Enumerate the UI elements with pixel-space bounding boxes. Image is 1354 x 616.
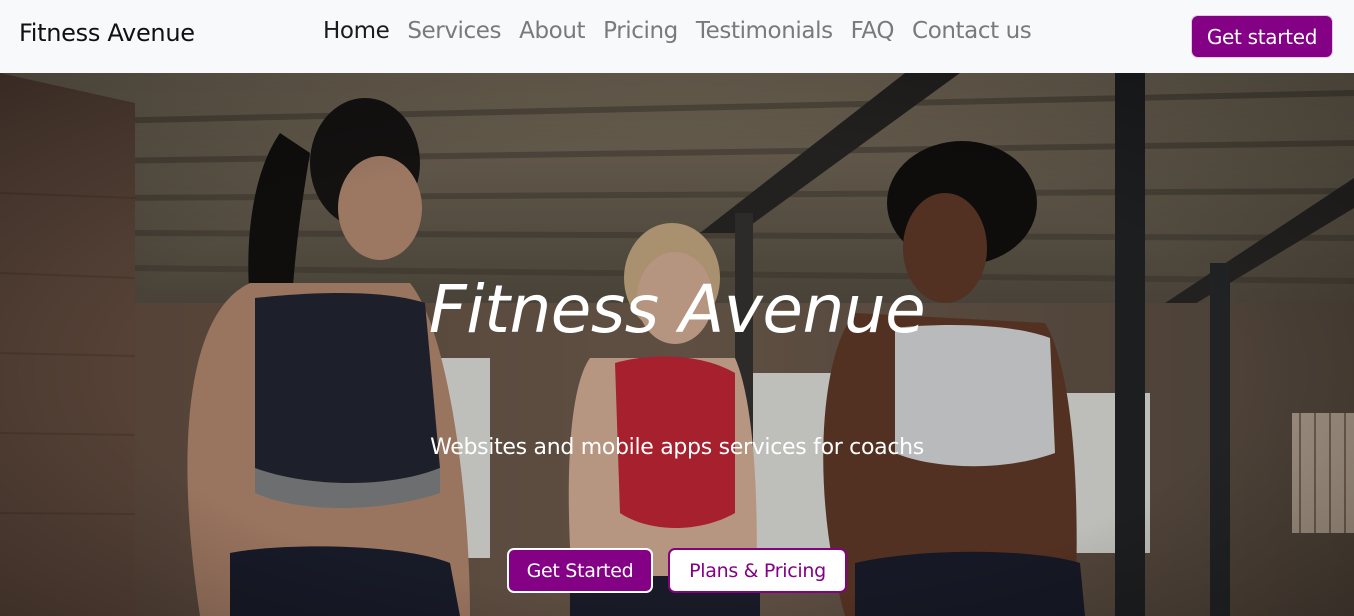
hero-subtitle: Websites and mobile apps services for co… — [430, 435, 924, 460]
nav-link-testimonials[interactable]: Testimonials — [687, 18, 842, 44]
brand-logo-text[interactable]: Fitness Avenue — [19, 19, 195, 47]
hero-section: Fitness Avenue Websites and mobile apps … — [0, 73, 1354, 616]
nav-link-pricing[interactable]: Pricing — [594, 18, 687, 44]
get-started-button[interactable]: Get Started — [507, 548, 653, 593]
nav-link-faq[interactable]: FAQ — [842, 18, 903, 44]
hero-buttons: Get Started Plans & Pricing — [507, 548, 847, 593]
top-navbar: Fitness Avenue Home Services About Prici… — [0, 0, 1354, 73]
plans-pricing-button[interactable]: Plans & Pricing — [668, 548, 847, 593]
nav-link-services[interactable]: Services — [398, 18, 510, 44]
get-started-nav-button[interactable]: Get started — [1191, 15, 1333, 58]
hero-title: Fitness Avenue — [428, 271, 926, 348]
nav-link-home[interactable]: Home — [314, 18, 398, 44]
nav-link-about[interactable]: About — [510, 18, 594, 44]
nav-links: Home Services About Pricing Testimonials… — [314, 18, 1040, 44]
nav-link-contact[interactable]: Contact us — [903, 18, 1040, 44]
